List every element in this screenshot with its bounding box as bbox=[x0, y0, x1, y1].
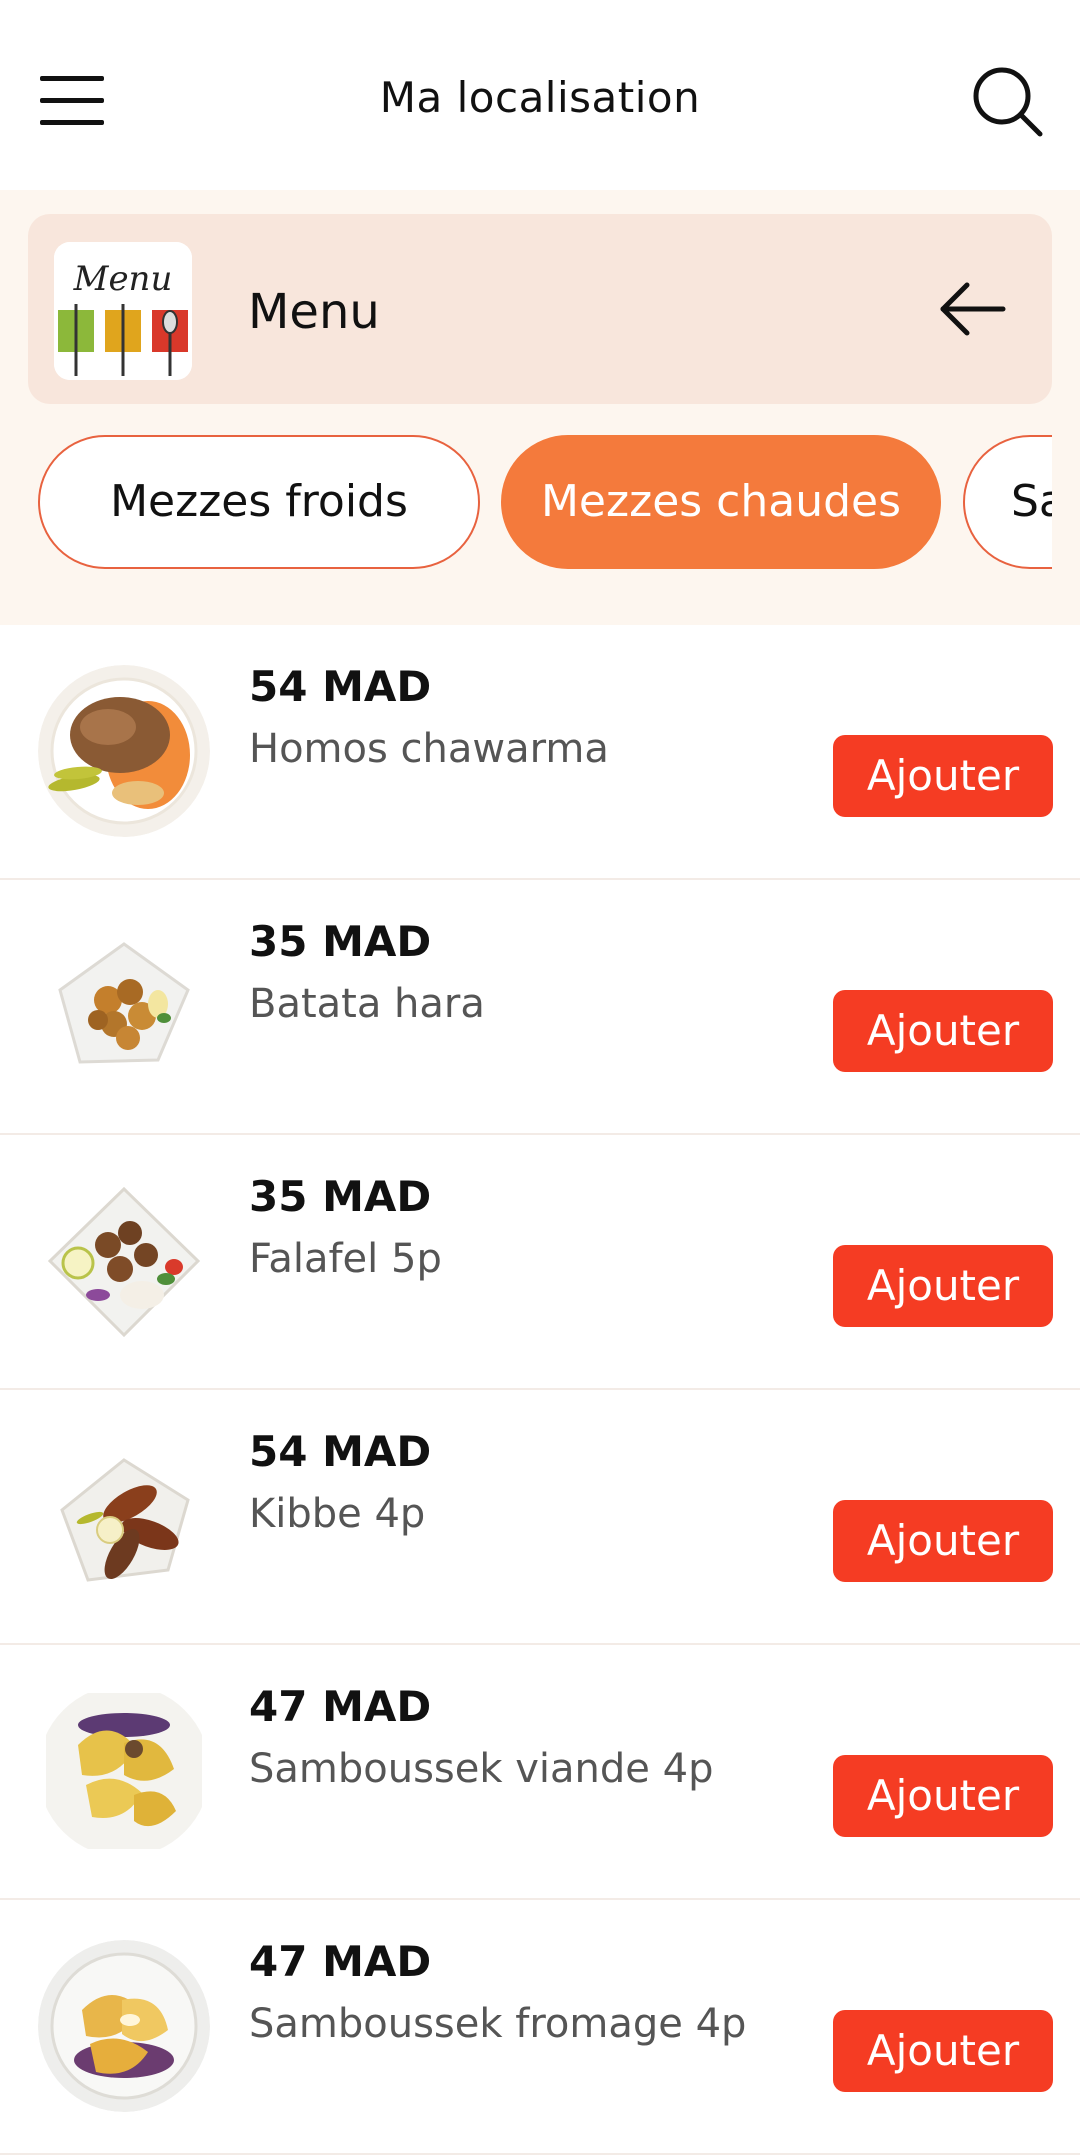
list-item[interactable]: 47 MAD Samboussek viande 4p Ajouter bbox=[0, 1645, 1080, 1900]
category-panel: Menu Menu Mezzes froids Mezzes chaudes S… bbox=[0, 190, 1080, 625]
tab-mezzes-froids[interactable]: Mezzes froids bbox=[38, 435, 480, 569]
product-name: Homos chawarma bbox=[249, 726, 609, 772]
product-image bbox=[38, 1685, 210, 1857]
product-image bbox=[38, 665, 210, 837]
back-button[interactable] bbox=[933, 274, 1013, 344]
product-price: 47 MAD bbox=[249, 1937, 432, 1986]
product-image bbox=[38, 1430, 210, 1602]
tab-category-partial[interactable]: Sa bbox=[963, 435, 1052, 569]
product-name: Kibbe 4p bbox=[249, 1491, 426, 1537]
product-name: Falafel 5p bbox=[249, 1236, 442, 1282]
product-name: Samboussek viande 4p bbox=[249, 1746, 714, 1792]
product-price: 54 MAD bbox=[249, 662, 432, 711]
add-button[interactable]: Ajouter bbox=[833, 1755, 1053, 1837]
list-item[interactable]: 54 MAD Kibbe 4p Ajouter bbox=[0, 1390, 1080, 1645]
search-icon bbox=[973, 67, 1043, 137]
search-button[interactable] bbox=[970, 64, 1044, 138]
page-title: Ma localisation bbox=[379, 73, 701, 122]
top-bar: Ma localisation bbox=[0, 0, 1080, 190]
menu-card-label: Menu bbox=[248, 284, 380, 340]
product-price: 47 MAD bbox=[249, 1682, 432, 1731]
menu-card[interactable]: Menu Menu bbox=[28, 214, 1052, 404]
add-button[interactable]: Ajouter bbox=[833, 990, 1053, 1072]
product-list: 54 MAD Homos chawarma Ajouter 35 MAD Bat… bbox=[0, 625, 1080, 2155]
list-item[interactable]: 35 MAD Batata hara Ajouter bbox=[0, 880, 1080, 1135]
list-item[interactable]: 54 MAD Homos chawarma Ajouter bbox=[0, 625, 1080, 880]
tab-category-partial-label: Sa bbox=[1011, 476, 1052, 527]
category-tabs: Mezzes froids Mezzes chaudes Sa bbox=[0, 433, 1052, 573]
product-image bbox=[38, 1175, 210, 1347]
arrow-left-icon bbox=[940, 282, 1006, 336]
product-price: 35 MAD bbox=[249, 1172, 432, 1221]
restaurant-menu-logo-icon: Menu bbox=[54, 242, 192, 380]
add-button[interactable]: Ajouter bbox=[833, 1245, 1053, 1327]
product-price: 54 MAD bbox=[249, 1427, 432, 1476]
product-name: Batata hara bbox=[249, 981, 485, 1027]
add-button[interactable]: Ajouter bbox=[833, 735, 1053, 817]
list-item[interactable]: 35 MAD Falafel 5p Ajouter bbox=[0, 1135, 1080, 1390]
product-image bbox=[38, 1940, 210, 2112]
tab-mezzes-chaudes[interactable]: Mezzes chaudes bbox=[501, 435, 941, 569]
add-button[interactable]: Ajouter bbox=[833, 1500, 1053, 1582]
product-name: Samboussek fromage 4p bbox=[249, 2001, 747, 2047]
product-price: 35 MAD bbox=[249, 917, 432, 966]
add-button[interactable]: Ajouter bbox=[833, 2010, 1053, 2092]
svg-text:Menu: Menu bbox=[73, 259, 173, 299]
product-image bbox=[38, 920, 210, 1092]
